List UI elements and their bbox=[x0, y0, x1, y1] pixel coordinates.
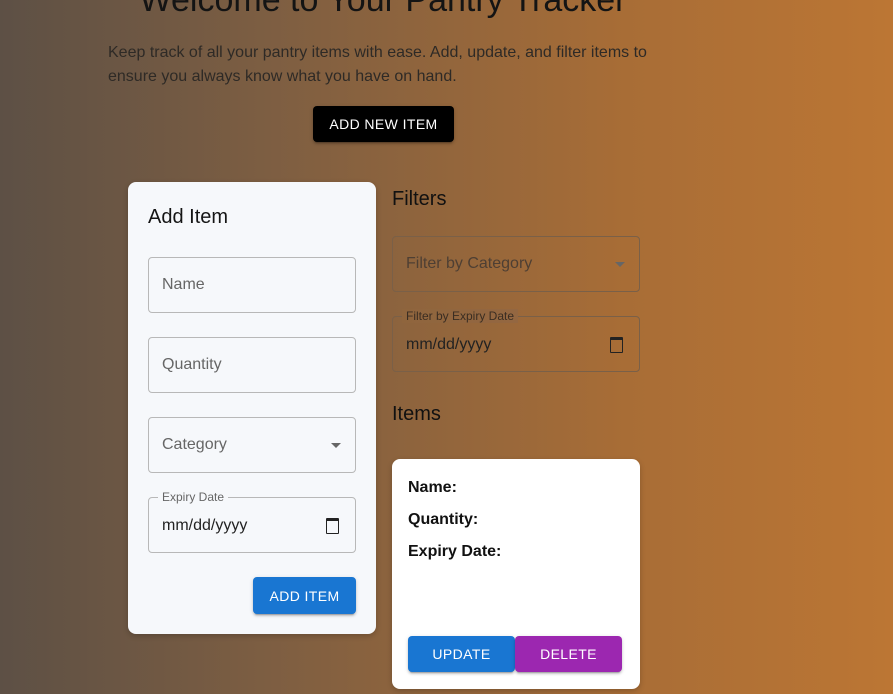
filter-expiry-date-value: mm/dd/yyyy bbox=[406, 336, 492, 353]
item-card: Name: Quantity: Expiry Date: Update Dele… bbox=[392, 459, 640, 689]
category-placeholder: Category bbox=[162, 436, 227, 453]
expiry-date-value: mm/dd/yyyy bbox=[162, 517, 248, 534]
add-item-card: Add Item Name Quantity Category Expiry D… bbox=[128, 182, 376, 634]
chevron-down-icon bbox=[615, 262, 625, 267]
page-title: Welcome to Your Pantry Tracker bbox=[139, 0, 627, 19]
calendar-icon[interactable] bbox=[326, 518, 339, 534]
add-item-button[interactable]: Add Item bbox=[253, 577, 356, 614]
filter-category-select[interactable]: Filter by Category bbox=[392, 236, 640, 292]
quantity-field[interactable]: Quantity bbox=[148, 337, 356, 393]
calendar-icon[interactable] bbox=[610, 337, 623, 353]
name-field[interactable]: Name bbox=[148, 257, 356, 313]
chevron-down-icon bbox=[331, 443, 341, 448]
filter-expiry-date-label: Filter by Expiry Date bbox=[402, 309, 519, 323]
expiry-date-field[interactable]: Expiry Date mm/dd/yyyy bbox=[148, 490, 356, 553]
add-new-item-button[interactable]: Add New Item bbox=[313, 106, 454, 142]
filter-expiry-date-field[interactable]: Filter by Expiry Date mm/dd/yyyy bbox=[392, 309, 640, 372]
update-button[interactable]: Update bbox=[408, 636, 515, 672]
item-quantity-label: Quantity: bbox=[408, 511, 479, 528]
add-item-title: Add Item bbox=[148, 206, 229, 228]
item-name-label: Name: bbox=[408, 479, 457, 496]
page-subtitle: Keep track of all your pantry items with… bbox=[108, 44, 647, 85]
expiry-date-label: Expiry Date bbox=[158, 490, 229, 504]
items-title: Items bbox=[392, 403, 441, 425]
filter-category-placeholder: Filter by Category bbox=[406, 255, 533, 272]
delete-button[interactable]: Delete bbox=[515, 636, 622, 672]
filters-title: Filters bbox=[392, 188, 447, 210]
quantity-placeholder: Quantity bbox=[162, 356, 222, 373]
category-select[interactable]: Category bbox=[148, 417, 356, 473]
name-placeholder: Name bbox=[162, 276, 205, 293]
item-expiry-date-label: Expiry Date: bbox=[408, 543, 502, 560]
